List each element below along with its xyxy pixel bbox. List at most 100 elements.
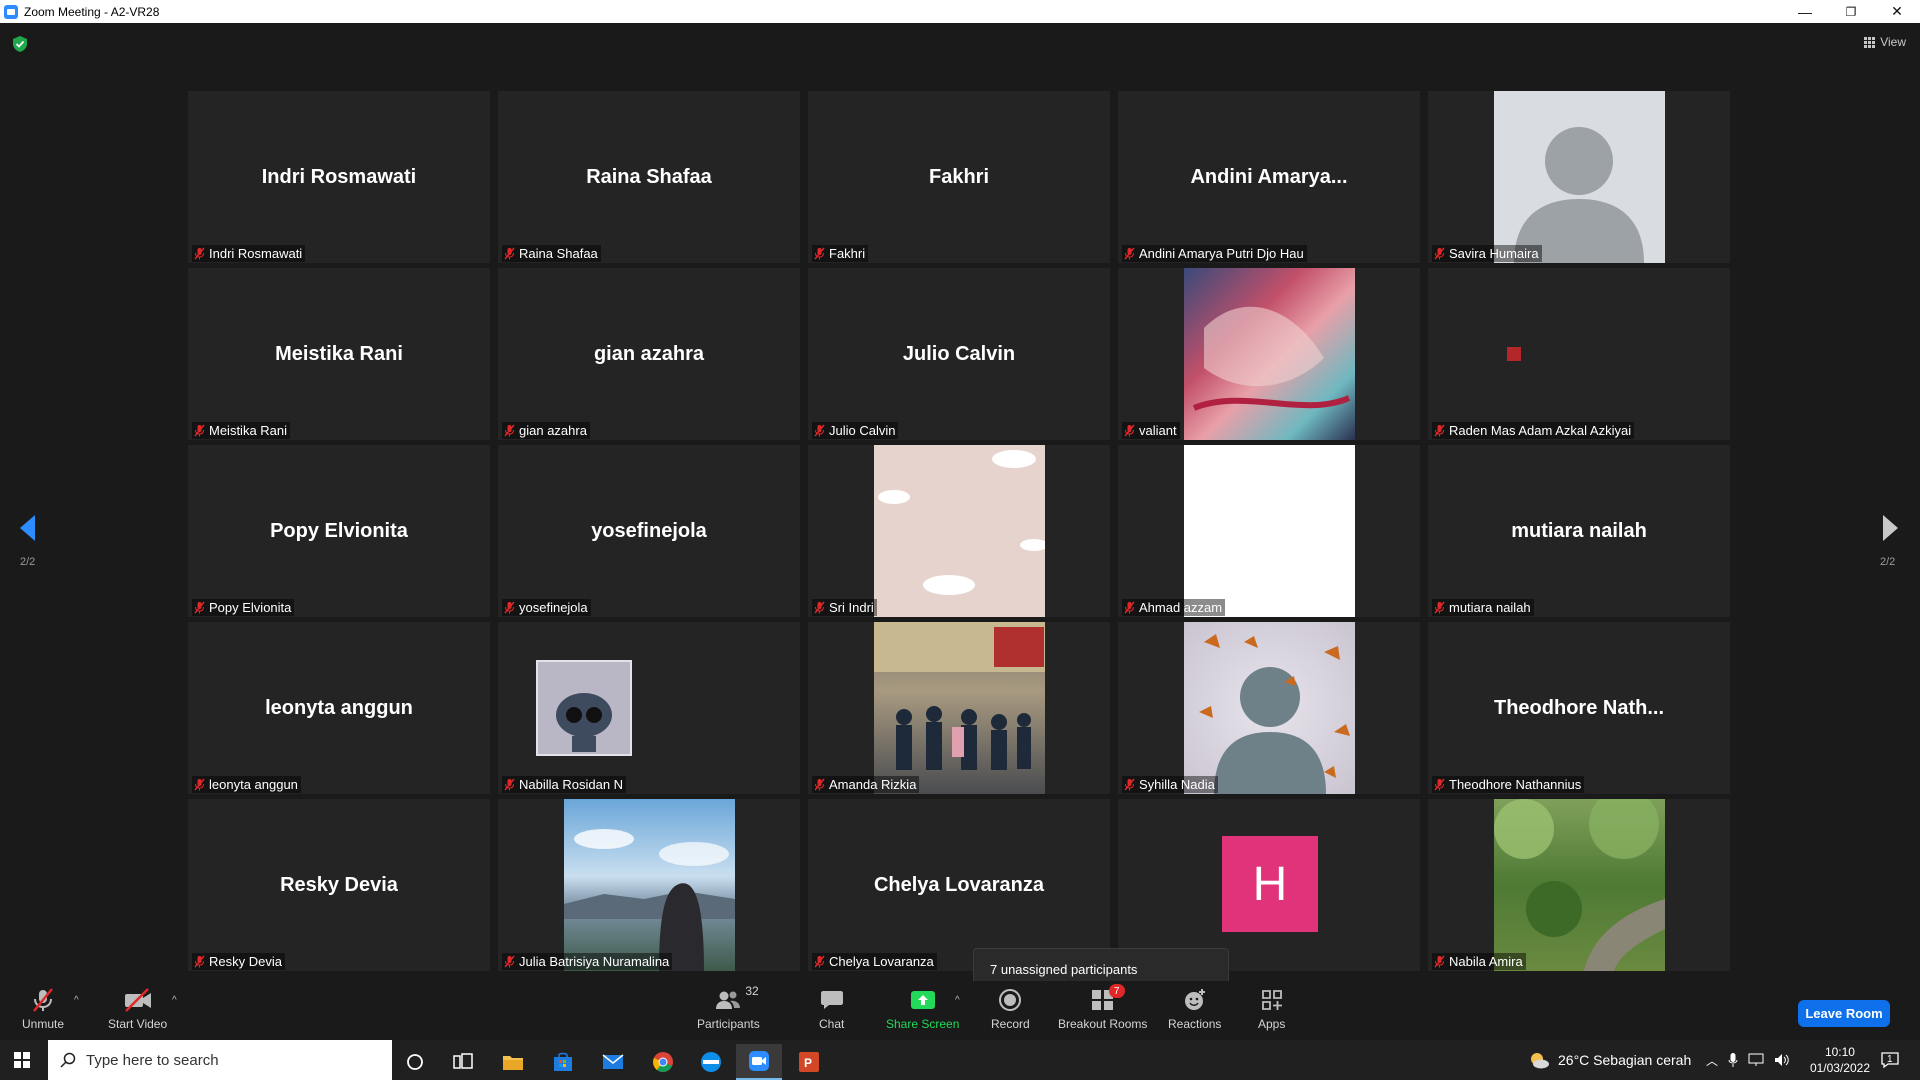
- participant-name-label: Resky Devia: [192, 953, 285, 970]
- participant-tile[interactable]: Julia Batrisiya Nuramalina: [498, 799, 800, 971]
- weather-widget[interactable]: 26°C Sebagian cerah: [1528, 1040, 1691, 1080]
- view-button[interactable]: View: [1864, 35, 1906, 49]
- participant-tile[interactable]: Chelya Lovaranza Chelya Lovaranza: [808, 799, 1110, 971]
- participant-tile[interactable]: mutiara nailah mutiara nailah: [1428, 445, 1730, 617]
- network-icon[interactable]: [1748, 1053, 1764, 1067]
- audio-options-caret-icon[interactable]: ^: [74, 995, 79, 1006]
- participant-tile[interactable]: Savira Humaira: [1428, 91, 1730, 263]
- video-off-icon: [124, 988, 151, 1012]
- participant-tile[interactable]: Amanda Rizkia: [808, 622, 1110, 794]
- participant-video: [1494, 799, 1665, 971]
- apps-button[interactable]: Apps: [1258, 987, 1285, 1031]
- participant-tile[interactable]: Sri Indri: [808, 445, 1110, 617]
- zoom-taskbar-icon[interactable]: [736, 1044, 782, 1080]
- arrow-left-icon: [20, 515, 35, 541]
- share-screen-label: Share Screen: [886, 1017, 960, 1031]
- participant-tile[interactable]: Indri Rosmawati Indri Rosmawati: [188, 91, 490, 263]
- mic-muted-icon: [504, 424, 515, 437]
- teamviewer-icon[interactable]: [688, 1044, 734, 1080]
- leave-room-button[interactable]: Leave Room: [1798, 1000, 1890, 1027]
- taskbar-search-box[interactable]: Type here to search: [48, 1040, 392, 1080]
- participant-name: Raina Shafaa: [519, 246, 598, 261]
- chat-button[interactable]: Chat: [819, 987, 844, 1031]
- participant-tile[interactable]: Meistika Rani Meistika Rani: [188, 268, 490, 440]
- record-button[interactable]: Record: [991, 987, 1030, 1031]
- share-options-caret-icon[interactable]: ^: [955, 995, 960, 1006]
- participant-name: Syhilla Nadia: [1139, 777, 1215, 792]
- mic-muted-icon: [194, 955, 205, 968]
- participant-tile[interactable]: Theodhore Nath... Theodhore Nathannius: [1428, 622, 1730, 794]
- participant-tile[interactable]: yosefinejola yosefinejola: [498, 445, 800, 617]
- participant-display-name: Fakhri: [928, 165, 990, 188]
- participant-name-label: yosefinejola: [502, 599, 591, 616]
- unmute-button[interactable]: Unmute: [22, 987, 64, 1031]
- reactions-button[interactable]: Reactions: [1168, 987, 1221, 1031]
- video-options-caret-icon[interactable]: ^: [172, 995, 177, 1006]
- participant-tile[interactable]: Raden Mas Adam Azkal Azkiyai: [1428, 268, 1730, 440]
- participant-name-label: Nabila Amira: [1432, 953, 1526, 970]
- view-label: View: [1880, 35, 1906, 49]
- record-icon: [999, 989, 1022, 1011]
- participant-tile[interactable]: leonyta anggun leonyta anggun: [188, 622, 490, 794]
- microsoft-store-icon[interactable]: [540, 1044, 586, 1080]
- breakout-rooms-button[interactable]: 7 Breakout Rooms: [1058, 984, 1148, 1031]
- encryption-shield-icon[interactable]: [12, 35, 28, 53]
- window-title: Zoom Meeting - A2-VR28: [24, 4, 160, 19]
- participant-tile[interactable]: Raina Shafaa Raina Shafaa: [498, 91, 800, 263]
- participant-name: Meistika Rani: [209, 423, 288, 438]
- task-view-icon[interactable]: [440, 1044, 486, 1080]
- participant-tile[interactable]: Julio Calvin Julio Calvin: [808, 268, 1110, 440]
- meeting-area: View 2/2 2/2 Indri Rosmawati Indri Rosmaw…: [0, 23, 1920, 990]
- mic-muted-icon: [814, 601, 825, 614]
- start-video-button[interactable]: Start Video: [108, 987, 167, 1031]
- participant-name-label: Theodhore Nathannius: [1432, 776, 1585, 793]
- share-screen-button[interactable]: Share Screen: [886, 987, 959, 1031]
- participant-tile[interactable]: Nabila Amira: [1428, 799, 1730, 971]
- taskbar-clock[interactable]: 10:10 01/03/2022: [1810, 1044, 1870, 1076]
- participant-tile[interactable]: valiant: [1118, 268, 1420, 440]
- participant-tile[interactable]: Resky Devia Resky Devia: [188, 799, 490, 971]
- participant-tile[interactable]: Hsalam: [1118, 799, 1420, 971]
- next-page-button[interactable]: [1882, 513, 1900, 551]
- window-titlebar: Zoom Meeting - A2-VR28 — ❐ ✕: [0, 0, 1920, 23]
- restore-button[interactable]: ❐: [1828, 0, 1874, 23]
- mic-muted-icon: [814, 955, 825, 968]
- participant-tile[interactable]: Fakhri Fakhri: [808, 91, 1110, 263]
- windows-start-icon[interactable]: [14, 1052, 30, 1068]
- participant-display-name: Chelya Lovaranza: [873, 873, 1045, 896]
- participant-tile[interactable]: Syhilla Nadia: [1118, 622, 1420, 794]
- participant-tile[interactable]: Nabilla Rosidan N: [498, 622, 800, 794]
- unmute-label: Unmute: [22, 1017, 65, 1031]
- chat-icon: [820, 991, 843, 1009]
- mic-muted-icon: [1124, 424, 1135, 437]
- minimize-button[interactable]: —: [1782, 0, 1828, 23]
- participant-name-label: Syhilla Nadia: [1122, 776, 1218, 793]
- notification-count: 1: [1887, 1054, 1893, 1065]
- microphone-icon[interactable]: [1728, 1052, 1738, 1068]
- prev-page-button[interactable]: [18, 513, 36, 551]
- file-explorer-icon[interactable]: [490, 1044, 536, 1080]
- speaker-icon[interactable]: [1774, 1053, 1790, 1067]
- svg-text:P: P: [804, 1056, 812, 1070]
- close-button[interactable]: ✕: [1874, 0, 1920, 23]
- chevron-up-icon[interactable]: ︿: [1706, 1052, 1718, 1069]
- participant-tile[interactable]: Popy Elvionita Popy Elvionita: [188, 445, 490, 617]
- participant-name-label: Meistika Rani: [192, 422, 291, 439]
- page-indicator-left: 2/2: [20, 556, 36, 568]
- cortana-icon[interactable]: [392, 1044, 438, 1080]
- mic-muted-icon: [1434, 601, 1445, 614]
- weather-sun-cloud-icon: [1531, 1053, 1549, 1069]
- notifications-button[interactable]: 1: [1880, 1040, 1899, 1080]
- powerpoint-icon[interactable]: P: [786, 1044, 832, 1080]
- breakout-rooms-label: Breakout Rooms: [1058, 1017, 1148, 1031]
- chrome-icon[interactable]: [640, 1044, 686, 1080]
- mic-muted-icon: [814, 247, 825, 260]
- participant-tile[interactable]: Ahmad azzam: [1118, 445, 1420, 617]
- participant-display-name: Raina Shafaa: [586, 165, 712, 188]
- participant-name: Nabila Amira: [1449, 954, 1523, 969]
- participant-name: Amanda Rizkia: [829, 777, 917, 792]
- participant-tile[interactable]: gian azahra gian azahra: [498, 268, 800, 440]
- participant-tile[interactable]: Andini Amarya... Andini Amarya Putri Djo …: [1118, 91, 1420, 263]
- mail-icon[interactable]: [590, 1044, 636, 1080]
- participants-button[interactable]: 32 Participants: [697, 984, 760, 1031]
